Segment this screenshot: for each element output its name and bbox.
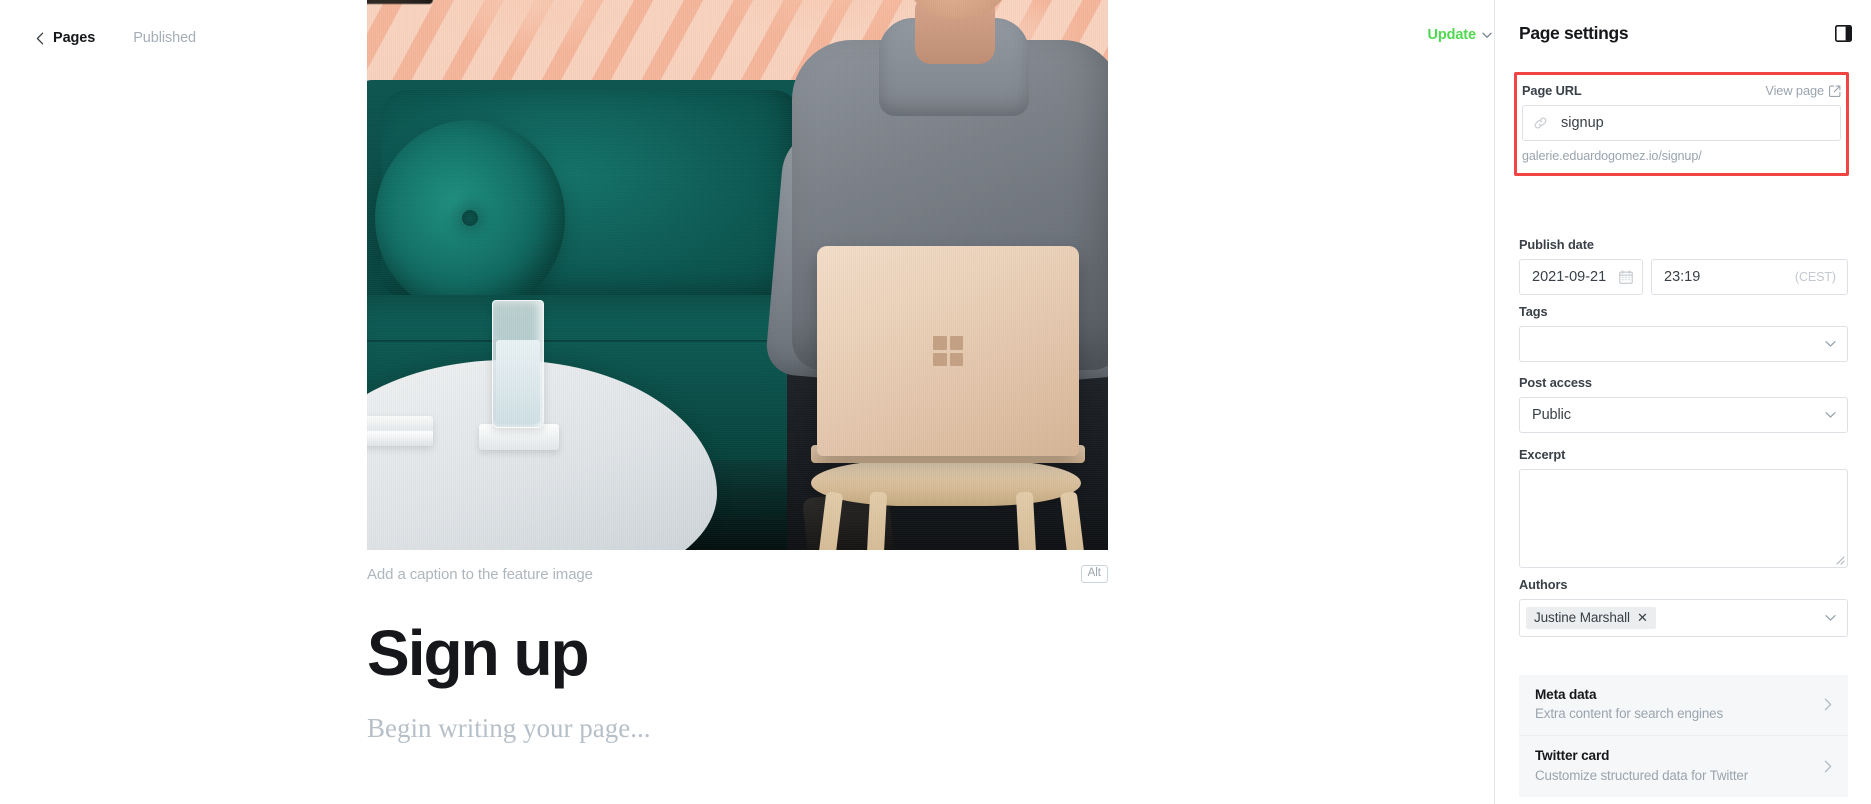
- tags-select[interactable]: [1519, 326, 1848, 362]
- topbar-right-group: Update: [1425, 23, 1494, 47]
- post-access-value: Public: [1532, 407, 1571, 423]
- external-link-icon: [1829, 85, 1841, 97]
- feature-image[interactable]: [367, 0, 1108, 550]
- sidebar-header: Page settings: [1495, 0, 1871, 66]
- back-chevron-icon[interactable]: [32, 30, 48, 46]
- settings-panel-list: Meta data Extra content for search engin…: [1519, 675, 1848, 797]
- meta-data-panel-row[interactable]: Meta data Extra content for search engin…: [1519, 675, 1848, 737]
- twitter-card-subtitle: Customize structured data for Twitter: [1535, 767, 1749, 783]
- round-pillow: [375, 120, 565, 316]
- post-title-input[interactable]: Sign up: [367, 619, 1108, 687]
- view-page-label: View page: [1765, 83, 1824, 98]
- page-url-preview: galerie.eduardogomez.io/signup/: [1522, 149, 1702, 163]
- tags-section: Tags: [1519, 304, 1848, 362]
- author-token-label: Justine Marshall: [1534, 610, 1630, 625]
- sidebar-scroll-area: Page URL View page signup galerie.eduard…: [1495, 66, 1871, 804]
- post-body-editor[interactable]: Begin writing your page...: [367, 708, 1108, 749]
- stool-seat: [811, 460, 1081, 506]
- page-settings-sidebar: Page settings Page URL View page signup …: [1494, 0, 1871, 804]
- post-access-label: Post access: [1519, 375, 1592, 390]
- author-token[interactable]: Justine Marshall ✕: [1526, 607, 1656, 629]
- authors-select[interactable]: Justine Marshall ✕: [1519, 599, 1848, 637]
- page-url-label: Page URL: [1522, 83, 1582, 98]
- excerpt-textarea[interactable]: [1519, 469, 1848, 568]
- publish-time-input[interactable]: [1651, 259, 1848, 295]
- excerpt-label: Excerpt: [1519, 447, 1566, 462]
- meta-data-texts: Meta data Extra content for search engin…: [1535, 686, 1723, 723]
- chevron-right-icon: [1824, 698, 1832, 711]
- post-access-section: Post access Public: [1519, 375, 1848, 433]
- update-button-label: Update: [1427, 27, 1476, 43]
- chevron-down-icon[interactable]: [1482, 32, 1492, 39]
- wall-art-frame: [367, 0, 433, 4]
- topbar-left-group: Pages Published: [32, 30, 196, 46]
- water-glass: [492, 300, 544, 428]
- page-url-header: Page URL View page: [1522, 83, 1841, 98]
- feature-image-photo: [367, 0, 1108, 550]
- post-status-label: Published: [133, 30, 197, 46]
- authors-section: Authors Justine Marshall ✕: [1519, 577, 1848, 637]
- post-access-select[interactable]: Public: [1519, 397, 1848, 433]
- chevron-down-icon: [1825, 341, 1836, 348]
- publish-date-section: Publish date 2021-09-21 23:19 (CEST): [1519, 237, 1848, 295]
- page-editor-app: Add a caption to the feature image Alt S…: [0, 0, 1871, 804]
- author-token-remove-icon[interactable]: ✕: [1637, 611, 1648, 624]
- chevron-down-icon: [1825, 412, 1836, 419]
- alt-text-button[interactable]: Alt: [1080, 564, 1108, 584]
- authors-label: Authors: [1519, 577, 1568, 592]
- publish-date-row: (CEST): [1519, 259, 1848, 295]
- caption-input[interactable]: Add a caption to the feature image: [367, 566, 593, 583]
- microsoft-logo-icon: [933, 336, 963, 366]
- meta-data-subtitle: Extra content for search engines: [1535, 706, 1723, 722]
- tags-label: Tags: [1519, 304, 1548, 319]
- sidebar-toggle-icon[interactable]: [1834, 24, 1852, 42]
- publish-date-input[interactable]: [1519, 259, 1643, 295]
- twitter-card-title: Twitter card: [1535, 748, 1610, 764]
- chevron-down-icon: [1825, 615, 1836, 622]
- view-page-link[interactable]: View page: [1765, 83, 1841, 98]
- laptop-lid: [817, 246, 1079, 456]
- page-url-input-wrap: [1522, 105, 1841, 141]
- twitter-card-panel-row[interactable]: Twitter card Customize structured data f…: [1519, 736, 1848, 796]
- back-to-pages-link[interactable]: Pages: [53, 30, 95, 46]
- feature-image-caption-row: Add a caption to the feature image Alt: [367, 561, 1108, 587]
- meta-data-title: Meta data: [1535, 687, 1597, 702]
- page-url-input[interactable]: [1522, 105, 1841, 141]
- publish-time-field: (CEST): [1651, 259, 1848, 295]
- excerpt-section: Excerpt: [1519, 447, 1848, 568]
- publish-date-label: Publish date: [1519, 237, 1594, 252]
- chevron-right-icon: [1824, 760, 1832, 773]
- sidebar-title: Page settings: [1519, 22, 1629, 43]
- resize-handle-icon[interactable]: [1834, 554, 1845, 565]
- publish-date-field: [1519, 259, 1643, 295]
- editor-canvas: Add a caption to the feature image Alt S…: [0, 0, 1494, 804]
- books-stack: [367, 416, 433, 446]
- page-url-section: Page URL View page signup galerie.eduard…: [1514, 72, 1849, 176]
- twitter-card-texts: Twitter card Customize structured data f…: [1535, 747, 1748, 784]
- update-button[interactable]: Update: [1425, 23, 1494, 47]
